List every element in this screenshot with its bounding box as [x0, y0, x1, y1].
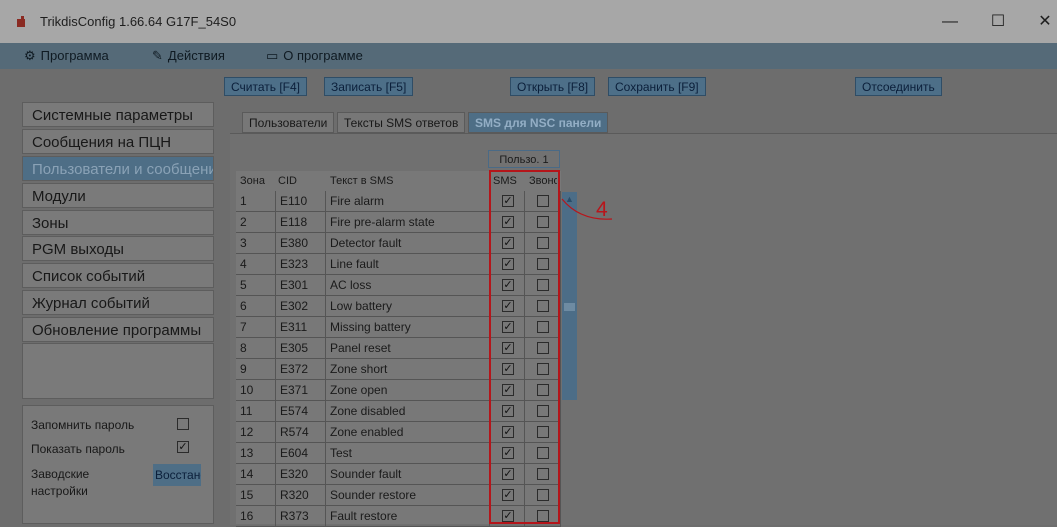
gear-icon: ⚙	[24, 48, 36, 63]
zone-cell: 13	[236, 443, 276, 464]
read-button[interactable]: Считать [F4]	[224, 77, 308, 96]
sms-text-cell[interactable]: Detector fault	[326, 233, 490, 254]
tab-users[interactable]: Пользователи	[242, 112, 335, 133]
remember-password-checkbox[interactable]	[177, 418, 189, 430]
cid-cell: E302	[276, 296, 326, 317]
show-password-label: Показать пароль	[31, 442, 125, 456]
cid-cell: E372	[276, 359, 326, 380]
callout-leader-line	[561, 198, 613, 220]
zone-cell: 10	[236, 380, 276, 401]
cid-cell: E604	[276, 443, 326, 464]
zone-cell: 9	[236, 359, 276, 380]
scrollbar-thumb[interactable]	[564, 303, 575, 311]
sms-text-cell[interactable]: Zone short	[326, 359, 490, 380]
sms-text-cell[interactable]: Fire pre-alarm state	[326, 212, 490, 233]
menu-program[interactable]: ⚙ Программа	[24, 43, 109, 69]
zone-cell: 7	[236, 317, 276, 338]
zone-cell: 14	[236, 464, 276, 485]
callout-number: 4	[596, 198, 608, 221]
maximize-button[interactable]: ☐	[978, 10, 1018, 34]
factory-settings-label-line1: Заводские	[31, 467, 90, 481]
zone-cell: 3	[236, 233, 276, 254]
highlight-frame	[489, 170, 560, 524]
cid-cell: E371	[276, 380, 326, 401]
zone-cell: 15	[236, 485, 276, 506]
nav-event-list[interactable]: Список событий	[22, 263, 214, 288]
zone-cell: 11	[236, 401, 276, 422]
sms-text-cell[interactable]: Fire alarm	[326, 191, 490, 212]
sms-text-cell[interactable]: AC loss	[326, 275, 490, 296]
restore-defaults-button[interactable]: Восстановить	[153, 464, 201, 486]
zone-cell: 8	[236, 338, 276, 359]
nav-modules[interactable]: Модули	[22, 183, 214, 208]
nav-pgm-outputs[interactable]: PGM выходы	[22, 236, 214, 261]
sms-text-cell[interactable]: Zone disabled	[326, 401, 490, 422]
cid-cell: E380	[276, 233, 326, 254]
zone-cell: 4	[236, 254, 276, 275]
cid-cell: R320	[276, 485, 326, 506]
nav-messages-to-cms[interactable]: Сообщения на ПЦН	[22, 129, 214, 154]
sms-text-cell[interactable]: Zone enabled	[326, 422, 490, 443]
menu-actions[interactable]: ✎ Действия	[152, 43, 225, 69]
nav-zones[interactable]: Зоны	[22, 210, 214, 235]
wrench-icon: ✎	[152, 48, 163, 63]
zone-cell: 5	[236, 275, 276, 296]
zone-cell: 1	[236, 191, 276, 212]
open-button[interactable]: Открыть [F8]	[510, 77, 596, 96]
factory-settings-label-line2: настройки	[31, 484, 88, 498]
disconnect-button[interactable]: Отсоединить	[855, 77, 942, 96]
nav-users-and-messages[interactable]: Пользователи и сообщения	[22, 156, 214, 181]
sms-text-cell[interactable]: Line fault	[326, 254, 490, 275]
save-button[interactable]: Сохранить [F9]	[608, 77, 706, 96]
sms-text-cell[interactable]: Low battery	[326, 296, 490, 317]
minimize-button[interactable]: —	[930, 10, 970, 34]
window-title: TrikdisConfig 1.66.64 G17F_54S0	[40, 14, 237, 29]
tab-sms-for-nsc-panel[interactable]: SMS для NSC панели	[468, 112, 609, 133]
cid-cell: E323	[276, 254, 326, 275]
menu-about[interactable]: ▭ О программе	[266, 43, 363, 69]
menu-program-label: Программа	[40, 48, 109, 63]
column-header-cid: CID	[278, 175, 297, 187]
nav-firmware-update[interactable]: Обновление программы	[22, 317, 214, 342]
keyboard-icon: ▭	[266, 48, 279, 63]
show-password-checkbox[interactable]: ✓	[177, 441, 189, 453]
zone-cell: 2	[236, 212, 276, 233]
sms-text-cell[interactable]: Sounder restore	[326, 485, 490, 506]
tab-sms-reply-texts[interactable]: Тексты SMS ответов	[337, 112, 466, 133]
column-header-text: Текст в SMS	[330, 175, 394, 187]
menu-actions-label: Действия	[167, 48, 225, 63]
remember-password-label: Запомнить пароль	[31, 418, 135, 432]
user-group-header: Пользо. 1	[488, 150, 560, 168]
cid-cell: E305	[276, 338, 326, 359]
sms-text-cell[interactable]: Test	[326, 443, 490, 464]
close-button[interactable]: ✕	[1025, 10, 1057, 34]
sms-text-cell[interactable]: Missing battery	[326, 317, 490, 338]
menu-about-label: О программе	[283, 48, 363, 63]
sms-text-cell[interactable]: Zone open	[326, 380, 490, 401]
cid-cell: E311	[276, 317, 326, 338]
zone-cell: 6	[236, 296, 276, 317]
column-header-zone: Зона	[240, 175, 265, 187]
cid-cell: E118	[276, 212, 326, 233]
write-button[interactable]: Записать [F5]	[324, 77, 414, 96]
cid-cell: E320	[276, 464, 326, 485]
cid-cell: R574	[276, 422, 326, 443]
nav-event-log[interactable]: Журнал событий	[22, 290, 214, 315]
cid-cell: E574	[276, 401, 326, 422]
zone-cell: 12	[236, 422, 276, 443]
cid-cell: E110	[276, 191, 326, 212]
sms-text-cell[interactable]: Sounder fault	[326, 464, 490, 485]
nav-empty-area	[22, 343, 214, 399]
app-logo-icon	[17, 16, 25, 27]
sms-text-cell[interactable]: Panel reset	[326, 338, 490, 359]
cid-cell: E301	[276, 275, 326, 296]
nav-system-parameters[interactable]: Системные параметры	[22, 102, 214, 127]
